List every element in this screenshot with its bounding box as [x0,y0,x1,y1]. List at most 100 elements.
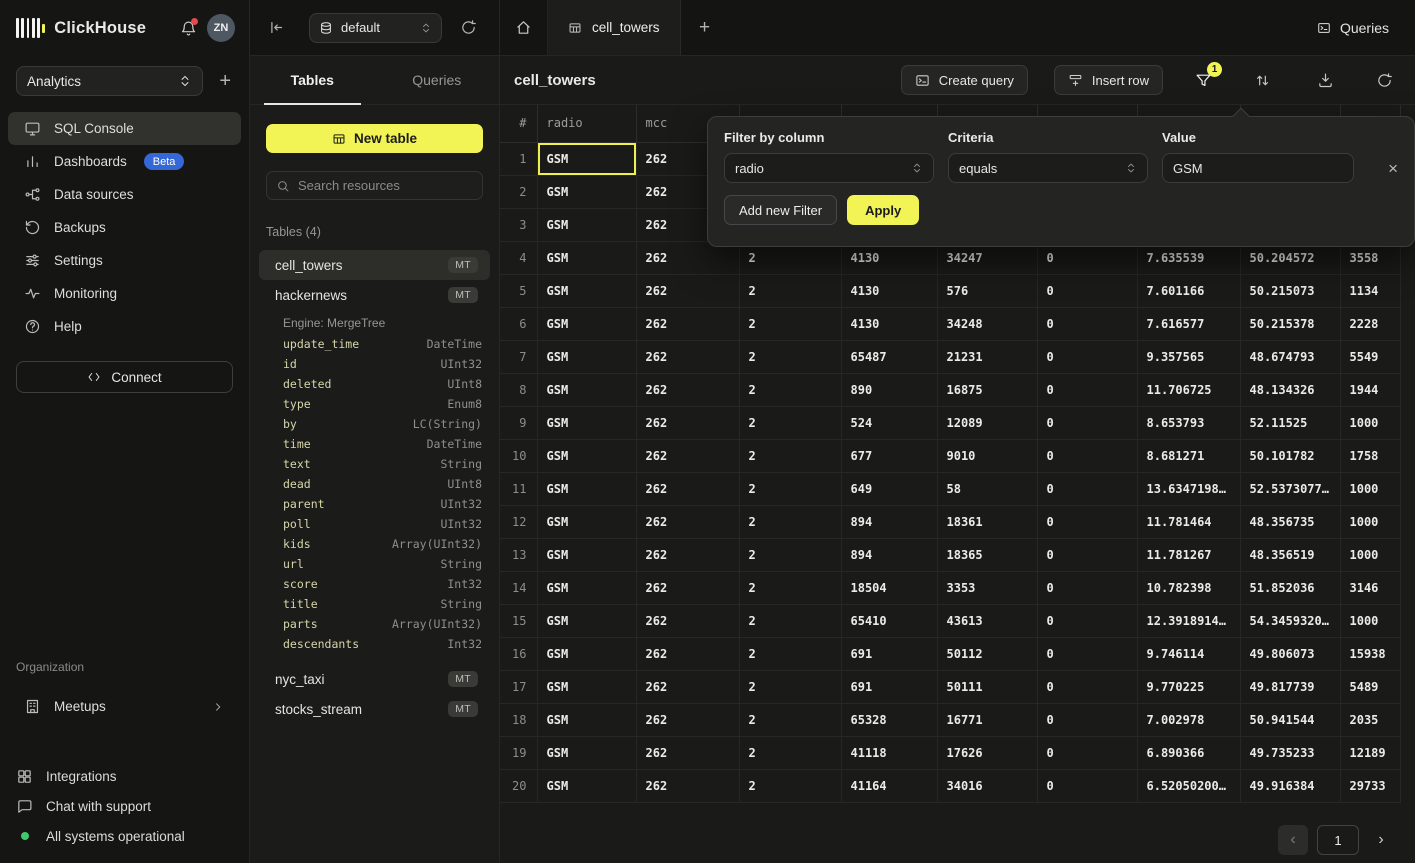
filter-column-select[interactable]: radio [724,153,934,183]
cell[interactable]: GSM [537,472,636,505]
previous-page-button[interactable]: ‹ [1278,825,1308,855]
column-header[interactable]: radio [537,105,636,142]
table-item-stocks-stream[interactable]: stocks_stream MT [259,694,490,724]
cell[interactable]: 7.002978 [1137,703,1240,736]
cell[interactable]: 52.11525 [1240,406,1340,439]
cell[interactable]: 11.706725 [1137,373,1240,406]
cell[interactable]: 0 [1037,571,1137,604]
cell[interactable]: 0 [1037,274,1137,307]
search-resources[interactable] [266,171,483,200]
cell[interactable]: 12.3918914… [1137,604,1240,637]
cell[interactable]: 8.653793 [1137,406,1240,439]
cell[interactable]: 2 [739,604,841,637]
cell[interactable]: 9.770225 [1137,670,1240,703]
cell[interactable]: 677 [841,439,937,472]
next-page-button[interactable]: › [1368,825,1394,855]
cell[interactable]: 18365 [937,538,1037,571]
queries-button[interactable]: Queries [1317,0,1389,55]
table-item-nyc-taxi[interactable]: nyc_taxi MT [259,664,490,694]
cell[interactable]: 1758 [1340,439,1400,472]
cell[interactable]: GSM [537,307,636,340]
cell[interactable]: 29733 [1340,769,1400,802]
cell[interactable]: 262 [636,769,739,802]
collapse-sidebar-icon[interactable] [266,17,287,38]
cell[interactable]: 649 [841,472,937,505]
cell[interactable]: 0 [1037,538,1137,571]
cell[interactable]: 4130 [841,307,937,340]
cell[interactable]: 0 [1037,307,1137,340]
cell[interactable]: 262 [636,472,739,505]
add-workspace-button[interactable]: + [217,71,233,91]
refresh-icon[interactable] [1374,70,1395,91]
cell[interactable]: 18361 [937,505,1037,538]
cell[interactable]: 34248 [937,307,1037,340]
database-selector[interactable]: default [309,13,442,43]
search-input[interactable] [298,178,473,193]
cell[interactable]: GSM [537,637,636,670]
cell[interactable]: GSM [537,142,636,175]
cell[interactable]: 524 [841,406,937,439]
cell[interactable]: 2 [739,439,841,472]
system-status[interactable]: All systems operational [0,821,249,851]
cell[interactable]: GSM [537,769,636,802]
cell[interactable]: 7.601166 [1137,274,1240,307]
sidebar-item-sql-console[interactable]: SQL Console [8,112,241,145]
sidebar-item-dashboards[interactable]: Dashboards Beta [8,145,241,178]
insert-row-button[interactable]: Insert row [1054,65,1163,95]
sidebar-item-monitoring[interactable]: Monitoring [8,277,241,310]
cell[interactable]: 65328 [841,703,937,736]
cell[interactable]: 50.215073 [1240,274,1340,307]
cell[interactable]: 262 [636,373,739,406]
cell[interactable]: 18504 [841,571,937,604]
cell[interactable]: 2 [739,505,841,538]
cell[interactable]: 50111 [937,670,1037,703]
cell[interactable]: 49.735233 [1240,736,1340,769]
cell[interactable]: 0 [1037,769,1137,802]
cell[interactable]: 34016 [937,769,1037,802]
cell[interactable]: 5549 [1340,340,1400,373]
cell[interactable]: GSM [537,505,636,538]
cell[interactable]: 65487 [841,340,937,373]
cell[interactable]: 2 [739,406,841,439]
cell[interactable]: GSM [537,208,636,241]
cell[interactable]: 0 [1037,637,1137,670]
cell[interactable]: 0 [1037,736,1137,769]
cell[interactable]: GSM [537,604,636,637]
cell[interactable]: 58 [937,472,1037,505]
cell[interactable]: 17626 [937,736,1037,769]
cell[interactable]: 262 [636,439,739,472]
cell[interactable]: 2 [739,703,841,736]
sidebar-item-data-sources[interactable]: Data sources [8,178,241,211]
cell[interactable]: 1134 [1340,274,1400,307]
apply-filter-button[interactable]: Apply [847,195,919,225]
cell[interactable]: 51.852036 [1240,571,1340,604]
tab-tables[interactable]: Tables [250,56,375,104]
tab-queries[interactable]: Queries [375,56,500,104]
cell[interactable]: GSM [537,274,636,307]
cell[interactable]: 0 [1037,670,1137,703]
cell[interactable]: 50.215378 [1240,307,1340,340]
cell[interactable]: 262 [636,604,739,637]
cell[interactable]: 16771 [937,703,1037,736]
cell[interactable]: 13.6347198… [1137,472,1240,505]
cell[interactable]: 5489 [1340,670,1400,703]
cell[interactable]: GSM [537,175,636,208]
filter-value-input[interactable] [1173,161,1343,176]
cell[interactable]: 262 [636,637,739,670]
sidebar-item-settings[interactable]: Settings [8,244,241,277]
connect-button[interactable]: Connect [16,361,233,393]
cell[interactable]: 4130 [841,274,937,307]
cell[interactable]: 0 [1037,505,1137,538]
cell[interactable]: GSM [537,373,636,406]
cell[interactable]: 48.674793 [1240,340,1340,373]
cell[interactable]: 54.3459320… [1240,604,1340,637]
cell[interactable]: 52.5373077… [1240,472,1340,505]
cell[interactable]: GSM [537,571,636,604]
current-page[interactable]: 1 [1317,825,1359,855]
cell[interactable]: 691 [841,670,937,703]
cell[interactable]: 1000 [1340,505,1400,538]
cell[interactable]: 15938 [1340,637,1400,670]
sidebar-item-backups[interactable]: Backups [8,211,241,244]
cell[interactable]: GSM [537,241,636,274]
close-filter-icon[interactable]: × [1388,160,1398,177]
